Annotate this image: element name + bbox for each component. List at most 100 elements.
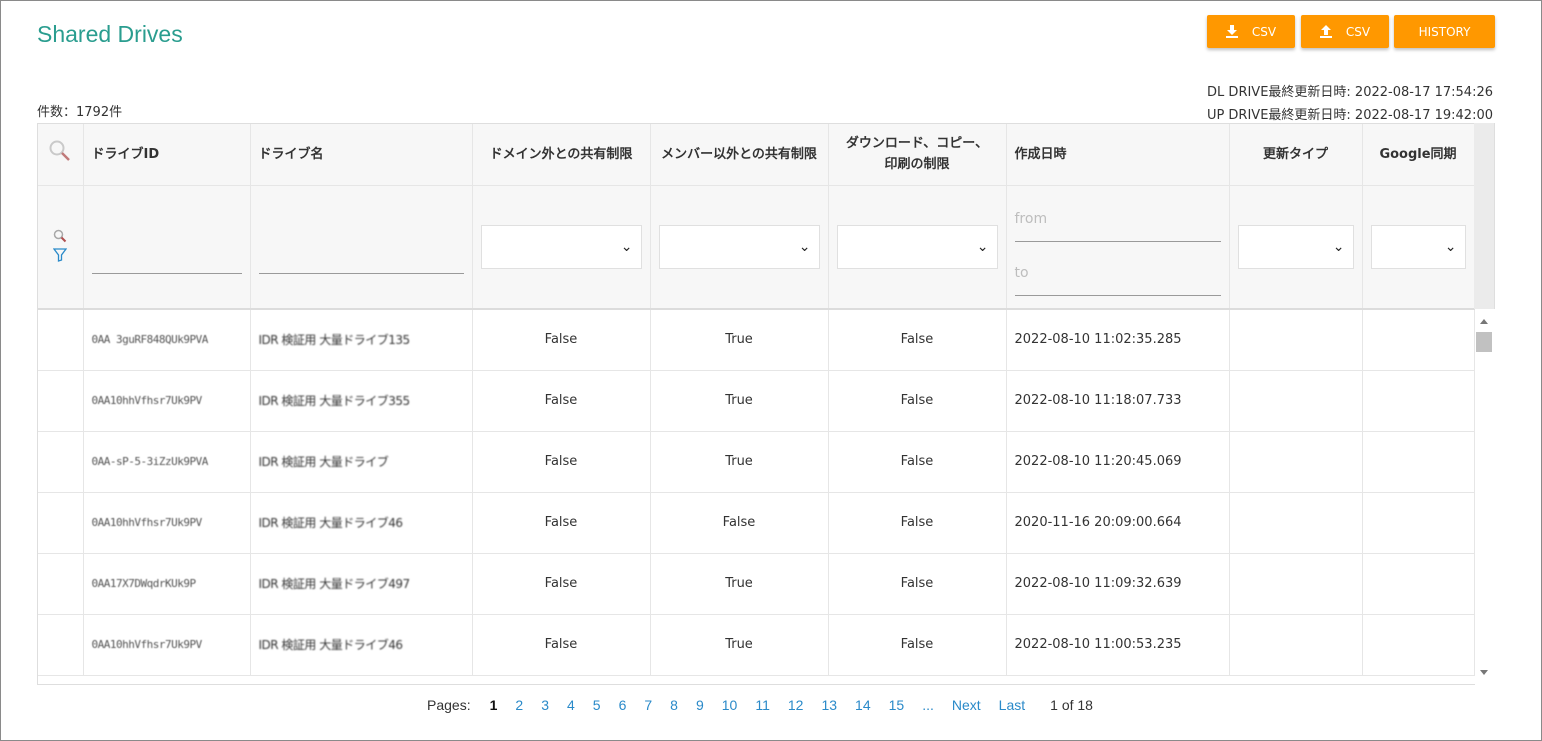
upload-csv-label: CSV <box>1345 24 1371 39</box>
filter-icon[interactable] <box>52 248 68 262</box>
table-row[interactable]: 0AA10hhVfhsr7Uk9PV IDR 検証用 大量ドライブ355 Fal… <box>38 370 1475 432</box>
domain-restrict-cell: False <box>472 614 651 676</box>
row-select-cell <box>38 370 84 432</box>
drive-id-text: 0AA 3guRF848QUk9PVA <box>91 333 209 347</box>
update-type-cell <box>1229 431 1363 493</box>
drive-id-text: 0AA10hhVfhsr7Uk9PV <box>91 394 203 407</box>
drives-table: ドライブID ドライブ名 ドメイン外との共有制限 メンバー以外との共有制限 ダウ… <box>37 123 1495 685</box>
drive-id-text: 0AA10hhVfhsr7Uk9PV <box>91 638 203 651</box>
drive-id-text: 0AA-sP-5-3iZzUk9PVA <box>91 455 209 468</box>
column-header-drive-id[interactable]: ドライブID <box>83 124 251 186</box>
created-cell: 2022-08-10 11:02:35.285 <box>1006 309 1230 371</box>
drive-name-cell: IDR 検証用 大量ドライブ <box>250 431 473 493</box>
page-link-13[interactable]: 13 <box>821 697 837 713</box>
update-type-cell <box>1229 492 1363 554</box>
domain-restrict-filter-select[interactable]: ⌄ <box>480 224 642 269</box>
download-restrict-cell: False <box>828 309 1007 371</box>
page-link-4[interactable]: 4 <box>567 697 575 713</box>
drive-id-text: 0AA17X7DWqdrKUk9P <box>91 577 197 590</box>
drive-id-cell: 0AA 3guRF848QUk9PVA <box>83 309 251 371</box>
last-page-link[interactable]: Last <box>999 697 1025 713</box>
column-header-download-restrict[interactable]: ダウンロード、コピー、印刷の制限 <box>828 124 1007 186</box>
drive-id-filter-input[interactable] <box>91 247 242 274</box>
member-restrict-cell: True <box>650 553 829 615</box>
page-link-10[interactable]: 10 <box>722 697 738 713</box>
download-restrict-cell: False <box>828 370 1007 432</box>
update-type-filter-select[interactable]: ⌄ <box>1237 224 1354 269</box>
page-title: Shared Drives <box>37 21 183 47</box>
domain-restrict-cell: False <box>472 553 651 615</box>
chevron-down-icon: ⌄ <box>798 238 811 255</box>
drive-name-cell: IDR 検証用 大量ドライブ135 <box>250 309 473 371</box>
column-header-created[interactable]: 作成日時 <box>1006 124 1230 186</box>
download-restrict-filter-select[interactable]: ⌄ <box>836 224 998 269</box>
table-row[interactable]: 0AA 3guRF848QUk9PVA IDR 検証用 大量ドライブ135 Fa… <box>38 309 1475 371</box>
table-row[interactable]: 0AA-sP-5-3iZzUk9PVA IDR 検証用 大量ドライブ False… <box>38 431 1475 493</box>
drive-name-text: IDR 検証用 大量ドライブ497 <box>258 577 411 591</box>
column-header-drive-name[interactable]: ドライブ名 <box>250 124 473 186</box>
column-search-header[interactable] <box>38 124 84 186</box>
page-ellipsis[interactable]: ... <box>922 697 934 713</box>
page-link-11[interactable]: 11 <box>755 697 770 713</box>
created-cell: 2022-08-10 11:20:45.069 <box>1006 431 1230 493</box>
app-window: Shared Drives CSV CSV HISTORY DL DRIVE最終… <box>0 0 1542 741</box>
update-type-cell <box>1229 553 1363 615</box>
update-type-cell <box>1229 370 1363 432</box>
scroll-thumb[interactable] <box>1476 332 1492 352</box>
google-sync-filter-select[interactable]: ⌄ <box>1370 224 1466 269</box>
ul-updated-text: UP DRIVE最終更新日時: 2022-08-17 19:42:00 <box>1206 108 1493 123</box>
page-link-15[interactable]: 15 <box>889 697 905 713</box>
column-header-update-type[interactable]: 更新タイプ <box>1229 124 1363 186</box>
page-link-6[interactable]: 6 <box>619 697 627 713</box>
search-small-icon[interactable] <box>53 229 67 243</box>
table-row[interactable]: 0AA17X7DWqdrKUk9P IDR 検証用 大量ドライブ497 Fals… <box>38 553 1475 615</box>
page-link-5[interactable]: 5 <box>593 697 601 713</box>
drive-name-text: IDR 検証用 大量ドライブ46 <box>258 516 404 530</box>
column-header-download-restrict-label: ダウンロード、コピー、印刷の制限 <box>845 136 989 173</box>
column-header-domain-restrict[interactable]: ドメイン外との共有制限 <box>472 124 651 186</box>
download-csv-button[interactable]: CSV <box>1207 15 1295 48</box>
download-restrict-cell: False <box>828 492 1007 554</box>
page-link-9[interactable]: 9 <box>696 697 704 713</box>
page-link-14[interactable]: 14 <box>855 697 871 713</box>
scroll-down-arrow-icon[interactable] <box>1480 670 1488 675</box>
table-row[interactable]: 0AA10hhVfhsr7Uk9PV IDR 検証用 大量ドライブ46 Fals… <box>38 492 1475 554</box>
page-link-2[interactable]: 2 <box>515 697 523 713</box>
download-restrict-filter-cell: ⌄ <box>828 185 1007 310</box>
drive-id-filter-cell <box>83 185 251 310</box>
filter-icons-cell <box>38 185 84 310</box>
drive-id-cell: 0AA-sP-5-3iZzUk9PVA <box>83 431 251 493</box>
page-link-3[interactable]: 3 <box>541 697 549 713</box>
update-type-cell <box>1229 309 1363 371</box>
domain-restrict-filter-cell: ⌄ <box>472 185 651 310</box>
date-from-input[interactable]: from <box>1014 198 1221 242</box>
drive-name-cell: IDR 検証用 大量ドライブ46 <box>250 614 473 676</box>
next-page-link[interactable]: Next <box>952 697 981 713</box>
member-restrict-cell: True <box>650 614 829 676</box>
drive-name-filter-input[interactable] <box>258 247 464 274</box>
table-scrollbar[interactable] <box>1475 309 1495 685</box>
drive-id-cell: 0AA10hhVfhsr7Uk9PV <box>83 370 251 432</box>
page-link-1[interactable]: 1 <box>490 697 498 713</box>
column-header-google-sync[interactable]: Google同期 <box>1362 124 1475 186</box>
row-select-cell <box>38 431 84 493</box>
column-header-member-restrict[interactable]: メンバー以外との共有制限 <box>650 124 829 186</box>
scroll-up-arrow-icon[interactable] <box>1480 319 1488 324</box>
drive-name-cell: IDR 検証用 大量ドライブ497 <box>250 553 473 615</box>
page-link-12[interactable]: 12 <box>788 697 804 713</box>
upload-csv-button[interactable]: CSV <box>1301 15 1389 48</box>
page-link-8[interactable]: 8 <box>670 697 678 713</box>
google-sync-cell <box>1362 492 1475 554</box>
created-cell: 2022-08-10 11:00:53.235 <box>1006 614 1230 676</box>
member-restrict-filter-select[interactable]: ⌄ <box>658 224 820 269</box>
date-to-input[interactable]: to <box>1014 252 1221 296</box>
drive-name-cell: IDR 検証用 大量ドライブ355 <box>250 370 473 432</box>
history-button[interactable]: HISTORY <box>1394 15 1495 48</box>
download-icon <box>1225 25 1238 38</box>
chevron-down-icon: ⌄ <box>1332 238 1345 255</box>
column-header-domain-restrict-label: ドメイン外との共有制限 <box>489 146 633 162</box>
table-row[interactable]: 0AA10hhVfhsr7Uk9PV IDR 検証用 大量ドライブ46 Fals… <box>38 614 1475 676</box>
page-link-7[interactable]: 7 <box>644 697 652 713</box>
domain-restrict-cell: False <box>472 492 651 554</box>
domain-restrict-cell: False <box>472 309 651 371</box>
